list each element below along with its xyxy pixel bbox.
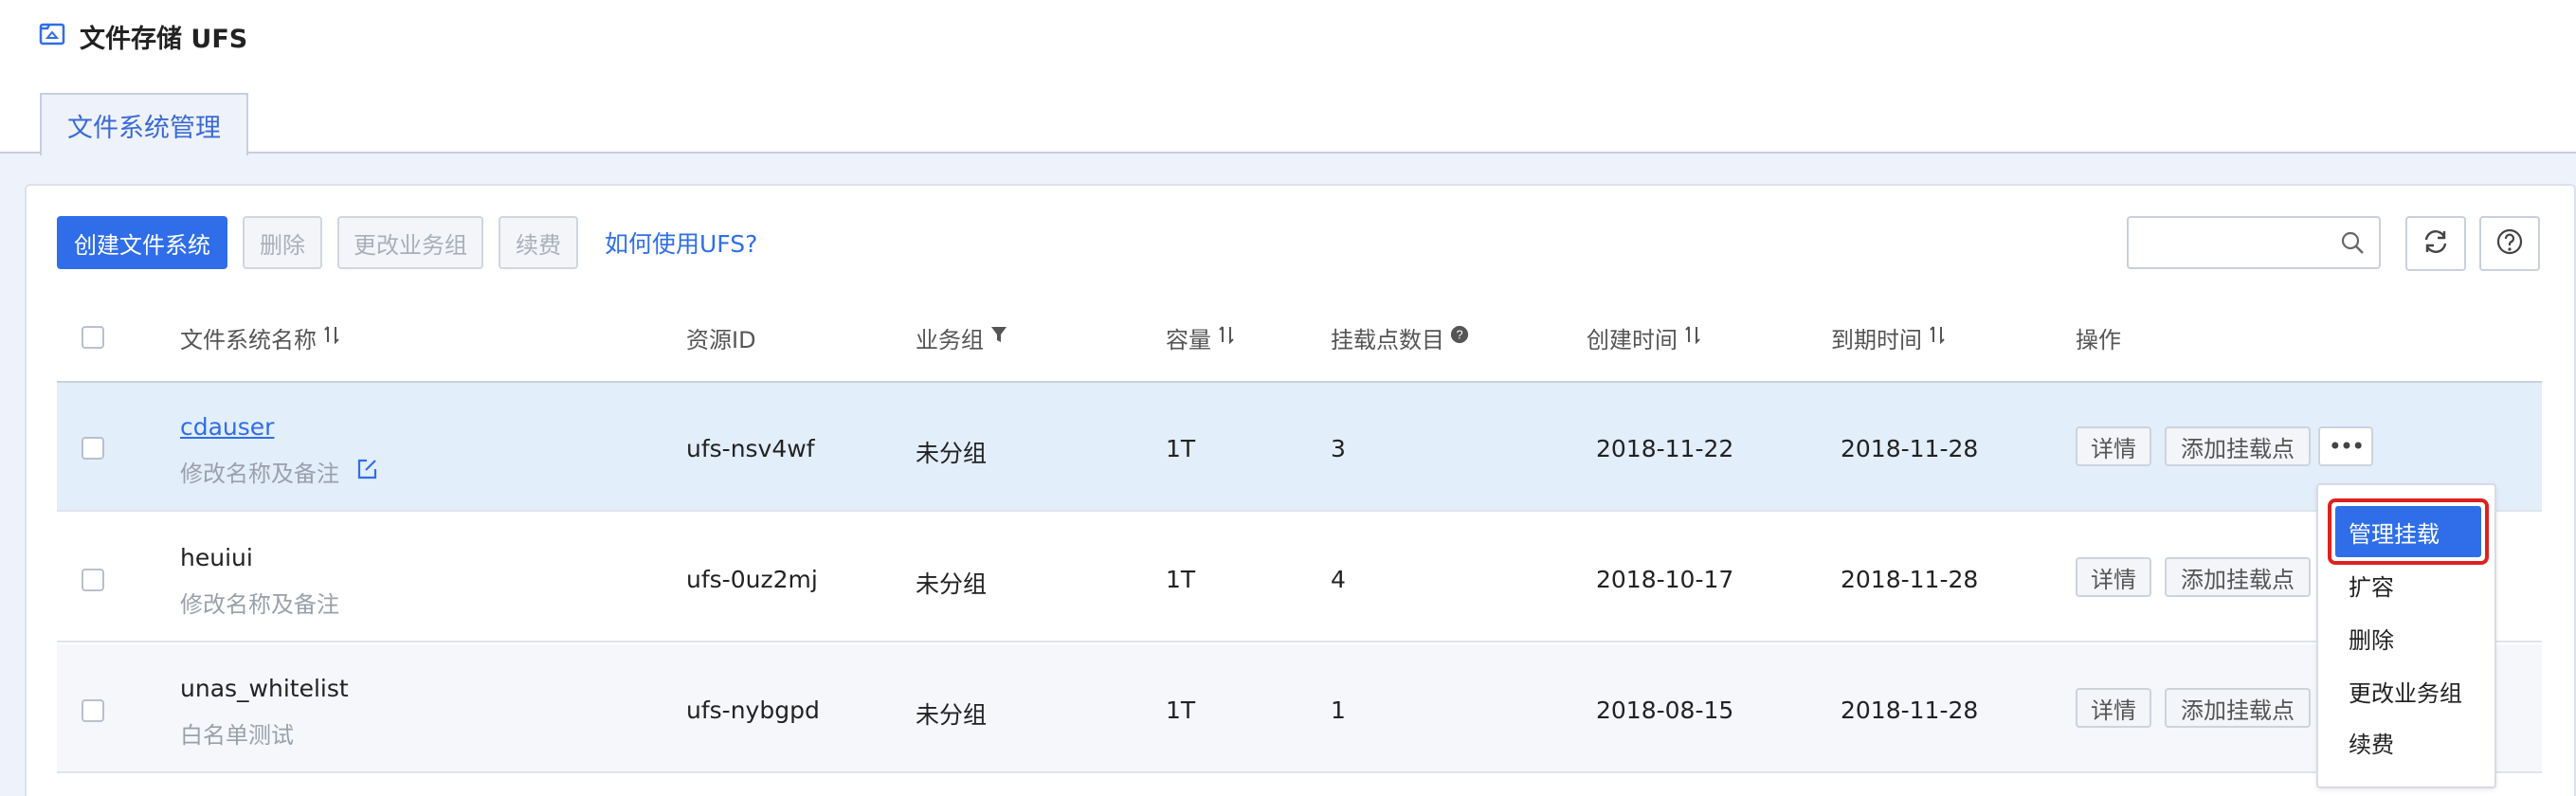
svg-text:?: ? [1456, 328, 1462, 342]
group: 未分组 [916, 570, 988, 598]
search-input[interactable] [2127, 216, 2381, 269]
header-group[interactable]: 业务组 [916, 318, 1008, 356]
sort-icon [1928, 324, 1947, 351]
question-icon [2494, 226, 2525, 261]
filesystem-name: heuiui [180, 544, 253, 571]
edit-note-link[interactable]: 修改名称及备注 [180, 455, 379, 488]
app-title: 文件存储 UFS [38, 17, 247, 55]
created-date: 2018-10-17 [1596, 566, 1734, 593]
menu-item-change-group[interactable]: 更改业务组 [2349, 675, 2462, 708]
details-button[interactable]: 详情 [2076, 426, 2151, 466]
edit-icon[interactable] [354, 457, 379, 487]
menu-item-renew[interactable]: 续费 [2349, 726, 2394, 759]
help-button[interactable] [2479, 216, 2540, 271]
menu-item-delete[interactable]: 删除 [2349, 622, 2394, 655]
change-group-button[interactable]: 更改业务组 [337, 216, 483, 269]
capacity: 1T [1166, 696, 1196, 724]
resource-id: ufs-0uz2mj [686, 566, 818, 593]
group: 未分组 [916, 440, 988, 467]
create-filesystem-button[interactable]: 创建文件系统 [57, 216, 227, 269]
sort-icon [322, 324, 341, 351]
menu-item-manage-mount[interactable]: 管理挂载 [2335, 506, 2481, 557]
renew-button[interactable]: 续费 [499, 216, 578, 269]
menu-item-expand[interactable]: 扩容 [2349, 569, 2394, 602]
row-checkbox[interactable] [82, 699, 104, 722]
row-checkbox[interactable] [82, 437, 104, 460]
mount-count: 1 [1331, 696, 1346, 724]
top-bar [0, 0, 2576, 154]
header-capacity[interactable]: 容量 [1166, 318, 1236, 356]
expire-date: 2018-11-28 [1841, 696, 1979, 724]
add-mount-button[interactable]: 添加挂载点 [2165, 688, 2311, 728]
help-link[interactable]: 如何使用UFS? [605, 216, 757, 269]
resource-id: ufs-nybgpd [686, 696, 820, 724]
sort-icon [1217, 324, 1236, 351]
info-icon: ? [1450, 324, 1469, 351]
filesystem-name: unas_whitelist [180, 675, 349, 702]
select-all-checkbox[interactable] [82, 326, 104, 349]
delete-button[interactable]: 删除 [243, 216, 322, 269]
details-button[interactable]: 详情 [2076, 688, 2151, 728]
created-date: 2018-11-22 [1596, 435, 1734, 462]
tab-filesystem-management[interactable]: 文件系统管理 [40, 93, 248, 155]
refresh-icon [2421, 226, 2451, 261]
capacity: 1T [1166, 435, 1196, 462]
group: 未分组 [916, 701, 988, 729]
mount-count: 4 [1331, 566, 1346, 593]
filesystem-name-link[interactable]: cdauser [180, 413, 274, 441]
expire-date: 2018-11-28 [1841, 566, 1979, 593]
created-date: 2018-08-15 [1596, 696, 1734, 724]
filter-icon [989, 324, 1008, 351]
header-name[interactable]: 文件系统名称 [180, 318, 341, 356]
header-mount-count: 挂载点数目 ? [1331, 318, 1469, 356]
header-created[interactable]: 创建时间 [1587, 318, 1702, 356]
resource-id: ufs-nsv4wf [686, 435, 815, 462]
storage-icon [38, 19, 66, 54]
details-button[interactable]: 详情 [2076, 557, 2151, 597]
add-mount-button[interactable]: 添加挂载点 [2165, 426, 2311, 466]
expire-date: 2018-11-28 [1841, 435, 1979, 462]
add-mount-button[interactable]: 添加挂载点 [2165, 557, 2311, 597]
refresh-button[interactable] [2405, 216, 2466, 271]
edit-note-link[interactable]: 白名单测试 [180, 716, 294, 750]
more-actions-button[interactable]: ••• [2318, 426, 2373, 466]
app-title-text: 文件存储 UFS [80, 24, 248, 54]
header-resource-id: 资源ID [686, 326, 756, 353]
sort-icon [1683, 324, 1702, 351]
row-checkbox[interactable] [82, 569, 104, 591]
header-expires[interactable]: 到期时间 [1831, 318, 1947, 356]
edit-note-link[interactable]: 修改名称及备注 [180, 586, 339, 619]
header-actions: 操作 [2076, 326, 2121, 353]
mount-count: 3 [1331, 435, 1346, 462]
capacity: 1T [1166, 566, 1196, 593]
